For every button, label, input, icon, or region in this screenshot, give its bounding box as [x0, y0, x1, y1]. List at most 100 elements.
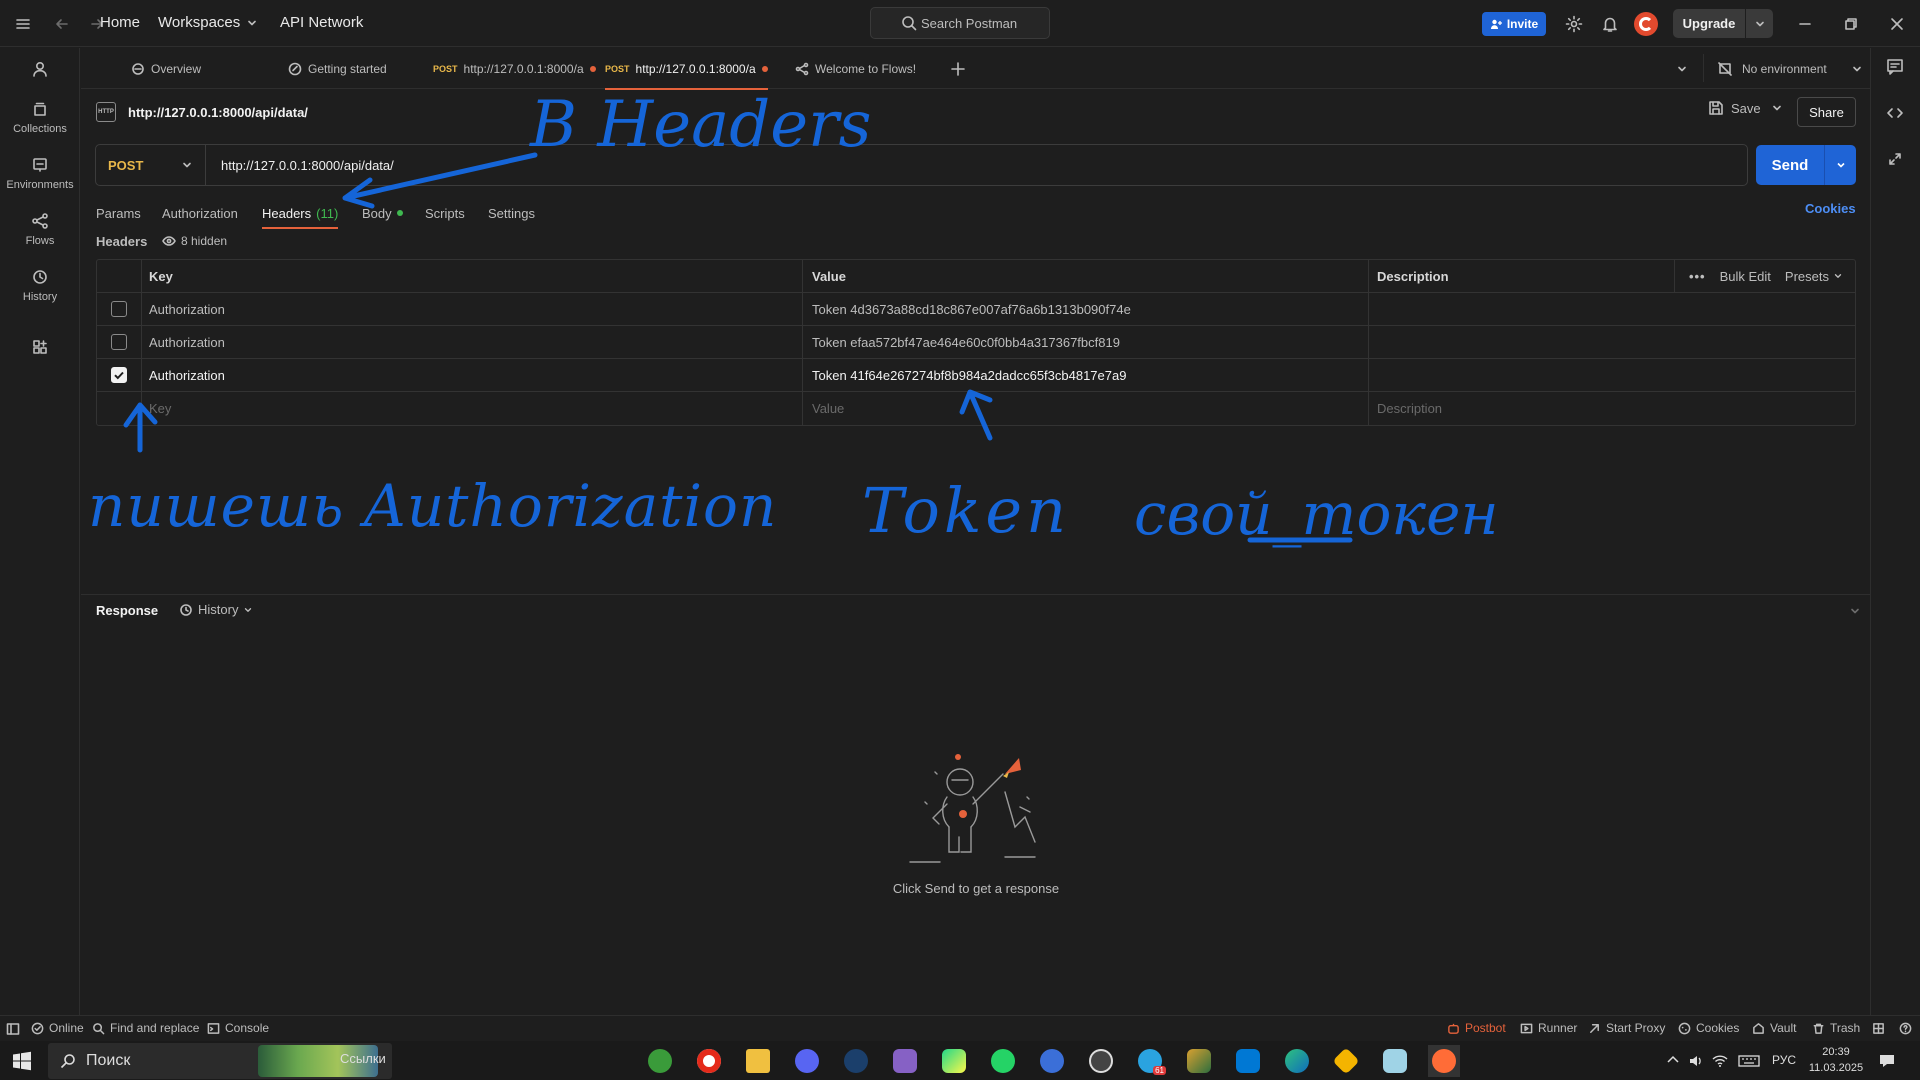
tab-welcome-flows[interactable]: Welcome to Flows! [795, 48, 916, 89]
header-enable-checkbox[interactable] [111, 301, 127, 317]
file-explorer-app-icon[interactable] [742, 1045, 774, 1077]
tab-getting-started[interactable]: Getting started [288, 48, 387, 89]
utorrent-app-icon[interactable] [644, 1045, 676, 1077]
sidebar-item-environments[interactable]: Environments [0, 156, 80, 191]
configure-workbench-icon[interactable] [0, 338, 80, 356]
console-button[interactable]: Console [207, 1021, 269, 1035]
runner-button[interactable]: Runner [1520, 1021, 1577, 1035]
whatsapp-app-icon[interactable] [987, 1045, 1019, 1077]
tab-request-2[interactable]: POST http://127.0.0.1:8000/a [605, 48, 768, 90]
notifications-center-icon[interactable] [1878, 1052, 1896, 1070]
tab-scripts[interactable]: Scripts [425, 200, 465, 226]
postbot-button[interactable]: Postbot [1447, 1021, 1506, 1035]
header-key-cell[interactable]: Authorization [142, 326, 803, 358]
environment-selector[interactable]: No environment [1718, 48, 1863, 89]
header-enable-checkbox[interactable] [111, 334, 127, 350]
api-network-link[interactable]: API Network [280, 14, 363, 31]
response-history-dropdown[interactable]: History [179, 602, 253, 617]
steam-app-icon[interactable] [840, 1045, 872, 1077]
volume-icon[interactable] [1688, 1053, 1704, 1069]
comments-icon[interactable] [1886, 58, 1904, 76]
vpn-app-icon[interactable] [1036, 1045, 1068, 1077]
user-profile-icon[interactable] [0, 60, 80, 78]
send-button[interactable]: Send [1756, 145, 1856, 185]
tabs-dropdown-chevron-icon[interactable] [1676, 48, 1688, 89]
image-viewer-app-icon[interactable] [1183, 1045, 1215, 1077]
search-postman-input[interactable]: Search Postman [870, 7, 1050, 39]
header-description-cell[interactable] [1369, 293, 1855, 325]
home-link[interactable]: Home [100, 14, 140, 31]
vscode-app-icon[interactable] [1232, 1045, 1264, 1077]
notes-app-icon[interactable] [1379, 1045, 1411, 1077]
header-description-cell[interactable] [1369, 326, 1855, 358]
tab-request-1[interactable]: POST http://127.0.0.1:8000/a [433, 48, 596, 89]
tab-body[interactable]: Body [362, 200, 403, 226]
header-enable-checkbox[interactable] [111, 367, 127, 383]
header-value-cell[interactable]: Token 4d3673a88cd18c867e007af76a6b1313b0… [803, 293, 1369, 325]
media-player-app-icon[interactable] [1085, 1045, 1117, 1077]
chevron-down-icon[interactable] [1745, 9, 1773, 38]
sidebar-item-flows[interactable]: Flows [0, 212, 80, 247]
header-key-cell[interactable]: Authorization [142, 359, 803, 391]
bulk-edit-button[interactable]: Bulk Edit [1720, 269, 1771, 284]
visual-studio-app-icon[interactable] [889, 1045, 921, 1077]
trash-button[interactable]: Trash [1812, 1021, 1860, 1035]
send-options-chevron-icon[interactable] [1824, 145, 1856, 185]
new-key-input[interactable]: Key [142, 392, 803, 425]
tab-params[interactable]: Params [96, 200, 141, 226]
header-key-cell[interactable]: Authorization [142, 293, 803, 325]
start-proxy-button[interactable]: Start Proxy [1588, 1021, 1665, 1035]
keyboard-icon[interactable] [1738, 1053, 1760, 1069]
upgrade-button[interactable]: Upgrade [1673, 9, 1773, 38]
workspaces-menu[interactable]: Workspaces [158, 14, 258, 31]
more-options-icon[interactable]: ••• [1689, 269, 1706, 284]
sidebar-item-collections[interactable]: Collections [0, 100, 80, 135]
windows-start-icon[interactable] [12, 1051, 32, 1071]
method-select[interactable]: POST [96, 145, 206, 185]
edge-app-icon[interactable] [1281, 1045, 1313, 1077]
vault-button[interactable]: Vault [1752, 1021, 1796, 1035]
input-language-indicator[interactable]: РУС [1772, 1053, 1796, 1067]
discord-app-icon[interactable] [791, 1045, 823, 1077]
sidebar-item-history[interactable]: History [0, 268, 80, 303]
save-options-chevron-icon[interactable] [1771, 102, 1783, 114]
new-description-input[interactable]: Description [1369, 392, 1855, 425]
settings-gear-icon[interactable] [1559, 9, 1589, 39]
tab-overview[interactable]: Overview [131, 48, 201, 89]
new-tab-plus-icon[interactable] [951, 48, 965, 89]
tab-settings[interactable]: Settings [488, 200, 535, 226]
request-title[interactable]: http://127.0.0.1:8000/api/data/ [128, 105, 308, 120]
tab-headers[interactable]: Headers (11) [262, 200, 339, 229]
invite-button[interactable]: Invite [1482, 12, 1546, 36]
help-icon[interactable] [1899, 1022, 1912, 1035]
menu-icon[interactable] [8, 9, 38, 39]
restore-window-icon[interactable] [1836, 9, 1866, 39]
minimize-window-icon[interactable] [1790, 9, 1820, 39]
collapse-response-chevron-icon[interactable] [1849, 605, 1861, 617]
share-button[interactable]: Share [1797, 97, 1856, 127]
back-arrow-icon[interactable] [47, 9, 77, 39]
new-value-input[interactable]: Value [803, 392, 1369, 425]
header-value-cell[interactable]: Token 41f64e267274bf8b984a2dadcc65f3cb48… [803, 359, 1369, 391]
hidden-headers-toggle[interactable]: 8 hidden [162, 234, 227, 248]
save-button[interactable]: Save [1708, 100, 1761, 116]
presets-dropdown[interactable]: Presets [1785, 269, 1843, 284]
toggle-sidebar-icon[interactable] [6, 1022, 20, 1036]
show-hidden-icons-chevron-icon[interactable] [1666, 1053, 1680, 1067]
url-input[interactable]: http://127.0.0.1:8000/api/data/ [206, 158, 394, 173]
avatar[interactable] [1634, 12, 1658, 36]
cookies-button[interactable]: Cookies [1678, 1021, 1739, 1035]
notifications-bell-icon[interactable] [1595, 9, 1625, 39]
taskbar-links-label[interactable]: Ссылки [340, 1051, 386, 1066]
yandex-browser-app-icon[interactable] [693, 1045, 725, 1077]
code-snippet-icon[interactable] [1886, 104, 1904, 122]
find-and-replace-button[interactable]: Find and replace [92, 1021, 199, 1035]
taskbar-clock[interactable]: 20:39 11.03.2025 [1806, 1044, 1866, 1076]
expand-arrows-icon[interactable] [1888, 152, 1902, 166]
wifi-icon[interactable] [1712, 1053, 1728, 1069]
tab-authorization[interactable]: Authorization [162, 200, 238, 226]
header-value-cell[interactable]: Token efaa572bf47ae464e60c0f0bb4a317367f… [803, 326, 1369, 358]
git-client-app-icon[interactable] [1330, 1045, 1362, 1077]
cookies-link[interactable]: Cookies [1805, 201, 1856, 216]
postman-app-icon[interactable] [1428, 1045, 1460, 1077]
